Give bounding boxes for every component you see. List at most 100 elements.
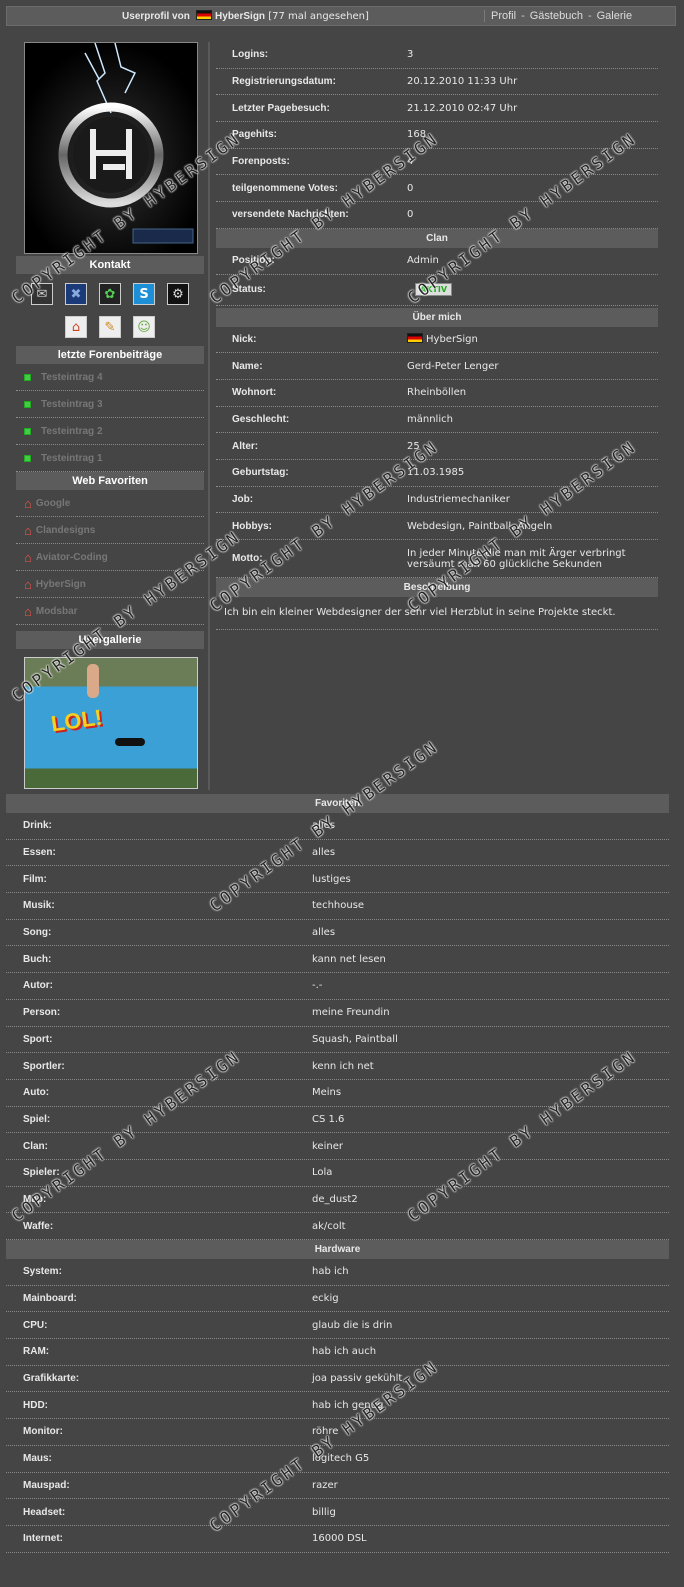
stat-row: Registrierungsdatum: 20.12.2010 11:33 Uhr bbox=[216, 69, 658, 96]
about-row: Name: Gerd-Peter Lenger bbox=[216, 353, 658, 380]
profile-nav: Profil - Gästebuch - Galerie bbox=[491, 10, 633, 22]
contact-icons: ✉ ✖ ✿ S ⚙ ⌂ ✎ ☺ bbox=[16, 274, 204, 346]
about-row: Wohnort: Rheinböllen bbox=[216, 380, 658, 407]
column-divider bbox=[208, 42, 210, 790]
xfire-icon[interactable]: ✖ bbox=[65, 283, 87, 305]
title-username: HyberSign bbox=[215, 11, 266, 22]
description-section-header: Beschreibung bbox=[216, 578, 658, 597]
about-row: Nick: HyberSign bbox=[216, 327, 658, 354]
favorite-row: Buch: kann net lesen bbox=[6, 946, 669, 974]
nav-profil-link[interactable]: Profil bbox=[491, 10, 516, 22]
hardware-row: Mauspad: razer bbox=[6, 1473, 669, 1500]
status-badge: AKTIV bbox=[415, 283, 453, 296]
favorite-row: Spiel: CS 1.6 bbox=[6, 1107, 669, 1134]
user-avatar bbox=[24, 42, 198, 254]
title-prefix: Userprofil von bbox=[122, 11, 190, 22]
forum-post-item[interactable]: Testeintrag 2 bbox=[16, 418, 204, 445]
favorite-row: Map: de_dust2 bbox=[6, 1187, 669, 1214]
bullet-icon bbox=[24, 400, 31, 408]
favorite-row: Film: lustiges bbox=[6, 866, 669, 894]
favorite-row: Spieler: Lola bbox=[6, 1160, 669, 1187]
about-row: Job: Industriemechaniker bbox=[216, 487, 658, 514]
stat-row: Pagehits: 168 bbox=[216, 122, 658, 149]
bullet-icon bbox=[24, 427, 31, 435]
stats-list: Logins: 3 Registrierungsdatum: 20.12.2010 … bbox=[216, 42, 658, 229]
web-favorite-link[interactable]: ⌂ Clandesigns bbox=[16, 517, 204, 544]
hardware-row: HDD: hab ich genug bbox=[6, 1392, 669, 1420]
favorite-row: Sportler: kenn ich net bbox=[6, 1053, 669, 1080]
german-flag-icon bbox=[407, 333, 423, 344]
clan-status-row: Status: AKTIV bbox=[216, 275, 658, 306]
web-favorite-link[interactable]: ⌂ Google bbox=[16, 490, 204, 517]
favorite-row: Drink: alles bbox=[6, 813, 669, 840]
clan-section-header: Clan bbox=[216, 228, 658, 248]
about-row: Alter: 25 bbox=[216, 433, 658, 460]
favorite-row: Waffe: ak/colt bbox=[6, 1213, 669, 1240]
about-section-header: Über mich bbox=[216, 307, 658, 327]
homepage-icon[interactable]: ⌂ bbox=[65, 316, 87, 338]
home-icon: ⌂ bbox=[24, 576, 32, 592]
view-count: [77 mal angesehen] bbox=[268, 11, 369, 22]
hardware-list: System: hab ich Mainboard: eckig CPU: glaub… bbox=[6, 1259, 669, 1553]
stat-row: Logins: 3 bbox=[216, 42, 658, 69]
mail-icon[interactable]: ✉ bbox=[31, 283, 53, 305]
favorite-row: Auto: Meins bbox=[6, 1080, 669, 1107]
home-icon: ⌂ bbox=[24, 603, 32, 619]
bullet-icon bbox=[24, 454, 31, 462]
favorite-row: Person: meine Freundin bbox=[6, 1000, 669, 1027]
page-title: Userprofil von HyberSign [77 mal angeseh… bbox=[7, 10, 485, 22]
hardware-row: Headset: billig bbox=[6, 1499, 669, 1526]
stat-row: Forenposts: 4 bbox=[216, 149, 658, 176]
home-icon: ⌂ bbox=[24, 549, 32, 565]
skype-icon[interactable]: S bbox=[133, 283, 155, 305]
hardware-row: Monitor: röhre bbox=[6, 1419, 669, 1446]
forum-post-item[interactable]: Testeintrag 1 bbox=[16, 445, 204, 472]
web-favorite-link[interactable]: ⌂ Modsbar bbox=[16, 598, 204, 625]
hardware-row: Mainboard: eckig bbox=[6, 1286, 669, 1313]
profile-header-bar: Userprofil von HyberSign [77 mal angeseh… bbox=[6, 6, 676, 26]
favorites-section-header: Favoriten bbox=[6, 794, 669, 813]
forum-posts-list: Testeintrag 4 Testeintrag 3 Testeintrag … bbox=[16, 364, 204, 472]
user-gallery-header: Usergallerie bbox=[16, 631, 204, 649]
about-row: Geburtstag: 11.03.1985 bbox=[216, 460, 658, 487]
bullet-icon bbox=[24, 373, 31, 381]
web-favorite-link[interactable]: ⌂ HyberSign bbox=[16, 571, 204, 598]
web-favorite-link[interactable]: ⌂ Aviator-Coding bbox=[16, 544, 204, 571]
description-text: Ich bin ein kleiner Webdesigner der sehr… bbox=[216, 597, 658, 630]
stat-row: Letzter Pagebesuch: 21.12.2010 02:47 Uhr bbox=[216, 95, 658, 123]
hardware-row: Internet: 16000 DSL bbox=[6, 1526, 669, 1553]
float-object bbox=[115, 738, 145, 746]
clan-position-row: Position: Admin bbox=[216, 248, 658, 275]
forum-posts-header: letzte Forenbeiträge bbox=[16, 346, 204, 364]
gallery-thumbnail[interactable]: LOL! bbox=[24, 657, 198, 789]
favorite-row: Essen: alles bbox=[6, 840, 669, 867]
gallery-caption: LOL! bbox=[49, 704, 104, 737]
hardware-section-header: Hardware bbox=[6, 1240, 669, 1259]
profile-details: Logins: 3 Registrierungsdatum: 20.12.2010 … bbox=[216, 42, 658, 630]
hardware-row: System: hab ich bbox=[6, 1259, 669, 1286]
hardware-row: RAM: hab ich auch bbox=[6, 1339, 669, 1366]
stat-row: teilgenommene Votes: 0 bbox=[216, 175, 658, 203]
favorite-row: Clan: keiner bbox=[6, 1133, 669, 1160]
buddy-icon[interactable]: ☺ bbox=[133, 316, 155, 338]
contact-section-header: Kontakt bbox=[16, 256, 204, 274]
favorite-row: Song: alles bbox=[6, 920, 669, 947]
hybersign-logo-image bbox=[25, 43, 197, 253]
home-icon: ⌂ bbox=[24, 522, 32, 538]
notes-icon[interactable]: ✎ bbox=[99, 316, 121, 338]
about-row: Geschlecht: männlich bbox=[216, 407, 658, 434]
sidebar: Kontakt ✉ ✖ ✿ S ⚙ ⌂ ✎ ☺ letzte Forenbeit… bbox=[16, 42, 204, 789]
about-row: Hobbys: Webdesign, Paintball, Angeln bbox=[216, 513, 658, 540]
forum-post-item[interactable]: Testeintrag 4 bbox=[16, 364, 204, 391]
steam-icon[interactable]: ⚙ bbox=[167, 283, 189, 305]
favorite-row: Sport: Squash, Paintball bbox=[6, 1027, 669, 1054]
icq-icon[interactable]: ✿ bbox=[99, 283, 121, 305]
web-favorites-list: ⌂ Google ⌂ Clandesigns ⌂ Aviator-Coding ⌂ Hy… bbox=[16, 490, 204, 625]
web-favorites-header: Web Favoriten bbox=[16, 472, 204, 490]
nav-gaestebuch-link[interactable]: Gästebuch bbox=[530, 10, 583, 22]
nav-galerie-link[interactable]: Galerie bbox=[597, 10, 632, 22]
favorite-row: Autor: -.- bbox=[6, 973, 669, 1000]
forum-post-item[interactable]: Testeintrag 3 bbox=[16, 391, 204, 418]
german-flag-icon bbox=[196, 10, 213, 20]
about-list: Nick: HyberSign Name: Gerd-Peter Lenger Wo… bbox=[216, 327, 658, 578]
